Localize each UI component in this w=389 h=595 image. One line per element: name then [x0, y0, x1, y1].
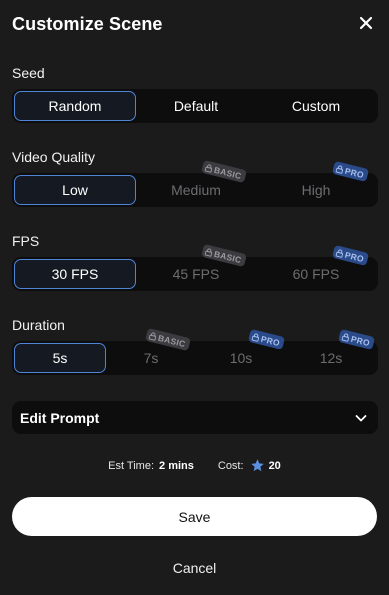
save-button[interactable]: Save — [12, 497, 377, 536]
fps-option-60[interactable]: 60 FPS PRO — [256, 244, 376, 289]
basic-badge: BASIC — [201, 159, 247, 184]
cancel-button[interactable]: Cancel — [0, 560, 389, 576]
pro-badge: PRO — [331, 244, 370, 267]
duration-option-5s[interactable]: 5s — [14, 343, 106, 373]
pro-badge: PRO — [247, 328, 286, 351]
cost-value: 20 — [268, 459, 281, 472]
basic-badge: BASIC — [145, 327, 191, 352]
lock-icon — [341, 332, 349, 342]
seed-selector: Random Default Custom — [12, 89, 378, 123]
est-time-value: 2 mins — [159, 459, 194, 472]
quality-option-medium[interactable]: Medium BASIC — [136, 159, 256, 205]
duration-option-12s[interactable]: 12s PRO — [286, 328, 376, 373]
seed-option-custom[interactable]: Custom — [256, 91, 376, 121]
close-icon[interactable] — [357, 14, 375, 32]
quality-option-low[interactable]: Low — [14, 175, 136, 205]
fps-selector: 30 FPS 45 FPS BASIC 60 FPS PRO — [12, 243, 378, 291]
lock-icon — [148, 331, 157, 341]
lock-icon — [251, 332, 259, 342]
duration-label: Duration — [12, 317, 65, 333]
basic-badge: BASIC — [201, 243, 247, 268]
duration-option-10s[interactable]: 10s PRO — [196, 328, 286, 373]
estimate-row: Est Time: 2 mins Cost: 20 — [0, 458, 389, 473]
seed-option-random[interactable]: Random — [14, 91, 136, 121]
lock-icon — [204, 163, 213, 173]
dialog-title: Customize Scene — [12, 14, 163, 34]
seed-label: Seed — [12, 65, 45, 81]
pro-badge: PRO — [331, 160, 370, 183]
edit-prompt-toggle[interactable]: Edit Prompt — [12, 401, 378, 434]
seed-option-default[interactable]: Default — [136, 91, 256, 121]
lock-icon — [335, 248, 343, 258]
star-icon — [250, 459, 264, 472]
video-quality-selector: Low Medium BASIC High PRO — [12, 159, 378, 207]
quality-option-high[interactable]: High PRO — [256, 160, 376, 205]
fps-label: FPS — [12, 233, 40, 249]
duration-option-7s[interactable]: 7s BASIC — [106, 327, 196, 373]
customize-scene-dialog: Customize Scene Seed Random Default Cust… — [0, 0, 389, 595]
lock-icon — [204, 247, 213, 257]
fps-option-30[interactable]: 30 FPS — [14, 259, 136, 289]
est-time-label: Est Time: — [108, 459, 155, 472]
chevron-down-icon — [355, 414, 367, 421]
video-quality-label: Video Quality — [12, 149, 96, 165]
duration-selector: 5s 7s BASIC 10s PRO 12s PRO — [12, 327, 378, 375]
edit-prompt-label: Edit Prompt — [20, 409, 100, 426]
cost-label: Cost: — [217, 459, 244, 472]
lock-icon — [335, 164, 343, 174]
fps-option-45[interactable]: 45 FPS BASIC — [136, 243, 256, 289]
pro-badge: PRO — [337, 328, 376, 351]
